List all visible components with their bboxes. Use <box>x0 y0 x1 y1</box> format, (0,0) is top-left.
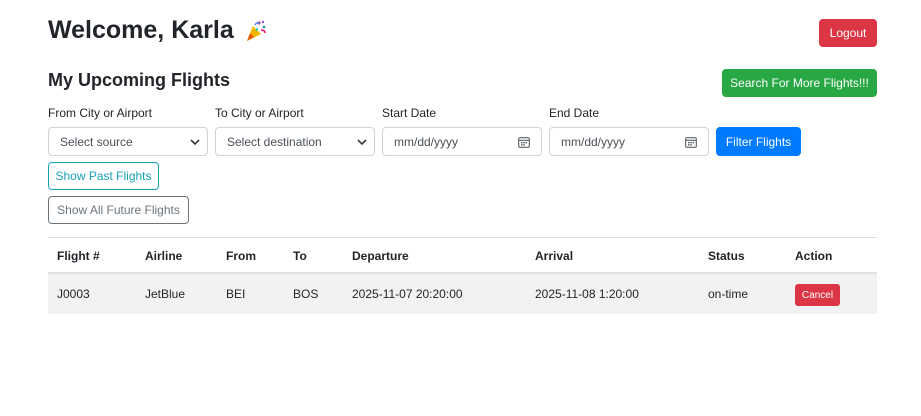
from-select-value: Select source <box>60 134 133 149</box>
end-date-label: End Date <box>549 106 600 120</box>
end-date-placeholder: mm/dd/yyyy <box>561 134 626 149</box>
column-header-action: Action <box>795 249 833 263</box>
table-row: J0003 JetBlue BEI BOS 2025-11-07 20:20:0… <box>48 274 877 314</box>
logout-button[interactable]: Logout <box>819 19 877 47</box>
table-header-row: Flight # Airline From To Departure Arriv… <box>48 238 877 274</box>
to-select[interactable]: Select destination <box>215 127 375 156</box>
column-header-from: From <box>226 249 256 263</box>
party-popper-icon <box>244 19 268 43</box>
cell-from: BEI <box>226 287 246 301</box>
to-label: To City or Airport <box>215 106 304 120</box>
cell-airline: JetBlue <box>145 287 186 301</box>
start-date-input[interactable]: mm/dd/yyyy <box>382 127 542 156</box>
cancel-flight-button[interactable]: Cancel <box>795 284 840 306</box>
cell-flight-number: J0003 <box>57 287 90 301</box>
calendar-icon[interactable] <box>518 136 530 148</box>
search-more-flights-button[interactable]: Search For More Flights!!! <box>722 69 877 97</box>
column-header-status: Status <box>708 249 745 263</box>
end-date-input[interactable]: mm/dd/yyyy <box>549 127 709 156</box>
start-date-label: Start Date <box>382 106 437 120</box>
start-date-placeholder: mm/dd/yyyy <box>394 134 459 149</box>
show-future-flights-button[interactable]: Show All Future Flights <box>48 196 189 224</box>
section-title: My Upcoming Flights <box>48 70 230 90</box>
welcome-heading: Welcome, Karla <box>48 16 268 45</box>
column-header-airline: Airline <box>145 249 183 263</box>
cell-arrival: 2025-11-08 1:20:00 <box>535 287 639 301</box>
column-header-arrival: Arrival <box>535 249 574 263</box>
welcome-text: Welcome, Karla <box>48 16 234 44</box>
column-header-flight: Flight # <box>57 249 100 263</box>
chevron-down-icon <box>357 139 367 146</box>
cell-status: on-time <box>708 287 749 301</box>
chevron-down-icon <box>190 139 200 146</box>
show-past-flights-button[interactable]: Show Past Flights <box>48 162 159 190</box>
calendar-icon[interactable] <box>685 136 697 148</box>
cell-departure: 2025-11-07 20:20:00 <box>352 287 463 301</box>
column-header-departure: Departure <box>352 249 409 263</box>
cell-to: BOS <box>293 287 319 301</box>
filter-flights-button[interactable]: Filter Flights <box>716 127 801 156</box>
column-header-to: To <box>293 249 307 263</box>
from-select[interactable]: Select source <box>48 127 208 156</box>
to-select-value: Select destination <box>227 134 322 149</box>
from-label: From City or Airport <box>48 106 153 120</box>
